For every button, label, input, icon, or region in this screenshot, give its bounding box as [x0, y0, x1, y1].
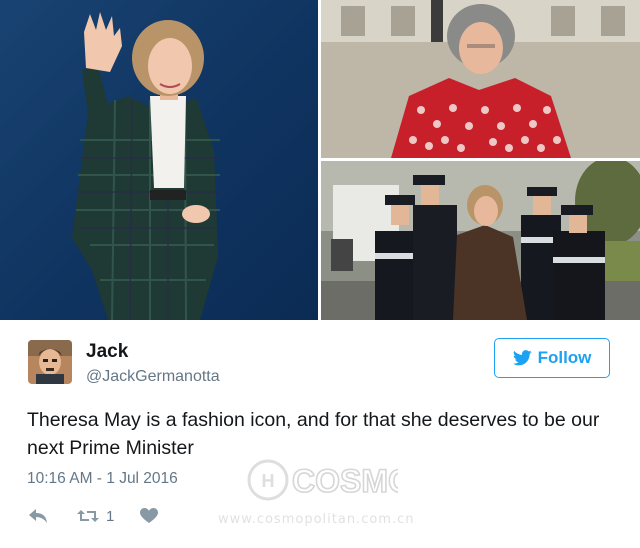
- heart-icon: [140, 508, 159, 523]
- retweet-count: 1: [106, 507, 115, 525]
- follow-label: Follow: [537, 348, 592, 367]
- reply-button[interactable]: [28, 508, 48, 524]
- user-name[interactable]: Jack: [86, 341, 128, 363]
- photo-with-police: [321, 161, 640, 320]
- follow-button[interactable]: Follow: [494, 338, 610, 378]
- twitter-bird-icon: [512, 350, 532, 366]
- avatar[interactable]: [28, 340, 72, 384]
- like-button[interactable]: [140, 508, 159, 524]
- tweet-text: Theresa May is a fashion icon, and for t…: [27, 409, 600, 459]
- photo-collage: [0, 0, 640, 322]
- user-handle[interactable]: @JackGermanotta: [86, 368, 220, 386]
- reply-icon: [29, 509, 47, 523]
- tweet-actions: 1: [28, 506, 159, 526]
- photo-tartan-suit: [0, 0, 318, 320]
- tweet-timestamp[interactable]: 10:16 AM - 1 Jul 2016: [27, 470, 178, 488]
- photo-red-coat: [321, 0, 640, 158]
- retweet-button[interactable]: 1: [76, 508, 114, 525]
- retweet-icon: [77, 510, 99, 522]
